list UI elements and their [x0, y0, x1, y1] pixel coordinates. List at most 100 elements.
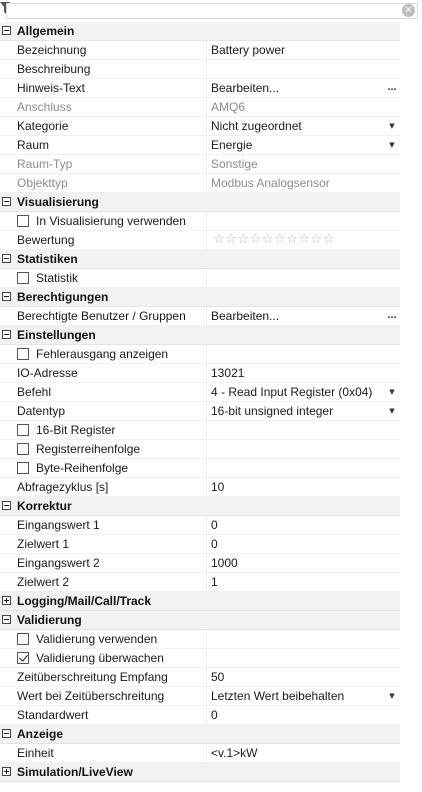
property-row-zielwert-1[interactable]: Zielwert 1 0 — [0, 535, 422, 554]
value-cell[interactable] — [206, 630, 401, 648]
collapse-icon[interactable] — [2, 330, 11, 339]
property-row-raum-typ[interactable]: Raum-Typ Sonstige — [0, 155, 422, 174]
value-cell[interactable] — [206, 440, 401, 458]
checkbox[interactable] — [17, 652, 29, 664]
star-icon[interactable]: ☆ — [237, 233, 249, 247]
value-cell[interactable] — [206, 516, 401, 534]
property-value[interactable]: Nicht zugeordnet — [211, 119, 302, 133]
property-row-objekttyp[interactable]: Objekttyp Modbus Analogsensor — [0, 174, 422, 193]
property-row-eingangswert-2[interactable]: Eingangswert 2 1000 — [0, 554, 422, 573]
property-value[interactable]: 1000 — [211, 556, 238, 570]
collapse-icon[interactable] — [2, 729, 11, 738]
property-value[interactable]: <v.1>kW — [211, 746, 257, 760]
property-value[interactable]: 10 — [211, 480, 224, 494]
property-row-datentyp[interactable]: Datentyp 16-bit unsigned integer ▼ — [0, 402, 422, 421]
property-value[interactable]: 0 — [211, 518, 218, 532]
value-cell[interactable] — [206, 649, 401, 667]
chevron-down-icon[interactable]: ▼ — [386, 688, 398, 704]
search-input[interactable] — [6, 3, 418, 19]
property-row-fehlerausgang-anzeigen[interactable]: Fehlerausgang anzeigen — [0, 345, 422, 364]
property-row-registerreihenfolge[interactable]: Registerreihenfolge — [0, 440, 422, 459]
checkbox[interactable] — [17, 348, 29, 360]
value-cell[interactable] — [206, 478, 401, 496]
property-row-validierung-uberwachen[interactable]: Validierung überwachen — [0, 649, 422, 668]
star-icon[interactable]: ☆ — [286, 233, 298, 247]
category-einstellungen[interactable]: Einstellungen — [0, 326, 422, 345]
value-cell[interactable] — [206, 706, 401, 724]
property-value[interactable]: Letzten Wert beibehalten — [211, 689, 344, 703]
collapse-icon[interactable] — [2, 292, 11, 301]
property-value[interactable]: 0 — [211, 708, 218, 722]
property-value[interactable]: Bearbeiten... — [211, 309, 279, 323]
star-icon[interactable]: ☆ — [213, 233, 225, 247]
property-value[interactable]: 1 — [211, 575, 218, 589]
property-value[interactable]: 0 — [211, 537, 218, 551]
expand-icon[interactable] — [2, 767, 11, 776]
star-icon[interactable]: ☆ — [250, 233, 262, 247]
expand-icon[interactable] — [2, 596, 11, 605]
property-value[interactable]: 4 - Read Input Register (0x04) — [211, 385, 372, 399]
value-cell[interactable] — [206, 269, 401, 287]
property-row-bezeichnung[interactable]: Bezeichnung Battery power — [0, 41, 422, 60]
clear-icon[interactable]: ✕ — [402, 4, 415, 17]
property-row-raum[interactable]: Raum Energie ▼ — [0, 136, 422, 155]
value-cell[interactable] — [206, 345, 401, 363]
property-row-hinweis-text[interactable]: Hinweis-Text Bearbeiten...... — [0, 79, 422, 98]
property-row-validierung-verwenden[interactable]: Validierung verwenden — [0, 630, 422, 649]
collapse-icon[interactable] — [2, 26, 11, 35]
category-statistiken[interactable]: Statistiken — [0, 250, 422, 269]
property-row-in-visualisierung-verwenden[interactable]: In Visualisierung verwenden — [0, 212, 422, 231]
category-visualisierung[interactable]: Visualisierung — [0, 193, 422, 212]
ellipsis-button[interactable]: ... — [386, 80, 398, 96]
property-row-standardwert[interactable]: Standardwert 0 — [0, 706, 422, 725]
collapse-icon[interactable] — [2, 254, 11, 263]
property-value[interactable]: 50 — [211, 670, 224, 684]
star-icon[interactable]: ☆ — [311, 233, 323, 247]
checkbox[interactable] — [17, 424, 29, 436]
property-row-einheit[interactable]: Einheit <v.1>kW — [0, 744, 422, 763]
property-value[interactable]: Bearbeiten... — [211, 81, 279, 95]
property-row-abfragezyklus-s[interactable]: Abfragezyklus [s] 10 — [0, 478, 422, 497]
value-cell[interactable] — [206, 668, 401, 686]
checkbox[interactable] — [17, 633, 29, 645]
property-row-statistik[interactable]: Statistik — [0, 269, 422, 288]
star-icon[interactable]: ☆ — [262, 233, 274, 247]
value-cell[interactable] — [206, 212, 401, 230]
category-allgemein[interactable]: Allgemein — [0, 22, 422, 41]
property-row-16-bit-register[interactable]: 16-Bit Register — [0, 421, 422, 440]
star-icon[interactable]: ☆ — [323, 233, 335, 247]
property-row-wert-bei-zeituberschreitung[interactable]: Wert bei Zeitüberschreitung Letzten Wert … — [0, 687, 422, 706]
property-row-bewertung[interactable]: Bewertung ☆ ☆ ☆ ☆ ☆ ☆ ☆ ☆ ☆ ☆ — [0, 231, 422, 250]
collapse-icon[interactable] — [2, 501, 11, 510]
category-simulation-liveview[interactable]: Simulation/LiveView — [0, 763, 422, 782]
rating-stars[interactable]: ☆ ☆ ☆ ☆ ☆ ☆ ☆ ☆ ☆ ☆ — [213, 233, 335, 247]
property-row-kategorie[interactable]: Kategorie Nicht zugeordnet ▼ — [0, 117, 422, 136]
property-value[interactable]: 16-bit unsigned integer — [211, 404, 333, 418]
property-row-beschreibung[interactable]: Beschreibung — [0, 60, 422, 79]
value-cell[interactable] — [206, 573, 401, 591]
property-value[interactable]: Battery power — [211, 43, 285, 57]
property-value[interactable]: 13021 — [211, 366, 244, 380]
checkbox[interactable] — [17, 215, 29, 227]
checkbox[interactable] — [17, 272, 29, 284]
value-cell[interactable] — [206, 459, 401, 477]
star-icon[interactable]: ☆ — [274, 233, 286, 247]
property-row-zielwert-2[interactable]: Zielwert 2 1 — [0, 573, 422, 592]
collapse-icon[interactable] — [2, 197, 11, 206]
property-row-byte-reihenfolge[interactable]: Byte-Reihenfolge — [0, 459, 422, 478]
checkbox[interactable] — [17, 443, 29, 455]
value-cell[interactable] — [206, 535, 401, 553]
category-validierung[interactable]: Validierung — [0, 611, 422, 630]
property-row-eingangswert-1[interactable]: Eingangswert 1 0 — [0, 516, 422, 535]
category-berechtigungen[interactable]: Berechtigungen — [0, 288, 422, 307]
property-row-io-adresse[interactable]: IO-Adresse 13021 — [0, 364, 422, 383]
checkbox[interactable] — [17, 462, 29, 474]
property-row-anschluss[interactable]: Anschluss AMQ6 — [0, 98, 422, 117]
star-icon[interactable]: ☆ — [298, 233, 310, 247]
value-cell[interactable] — [206, 60, 401, 78]
property-row-berechtigte-benutzer-gruppen[interactable]: Berechtigte Benutzer / Gruppen Bearbeiten… — [0, 307, 422, 326]
ellipsis-button[interactable]: ... — [386, 308, 398, 324]
chevron-down-icon[interactable]: ▼ — [386, 118, 398, 134]
chevron-down-icon[interactable]: ▼ — [386, 384, 398, 400]
chevron-down-icon[interactable]: ▼ — [386, 137, 398, 153]
